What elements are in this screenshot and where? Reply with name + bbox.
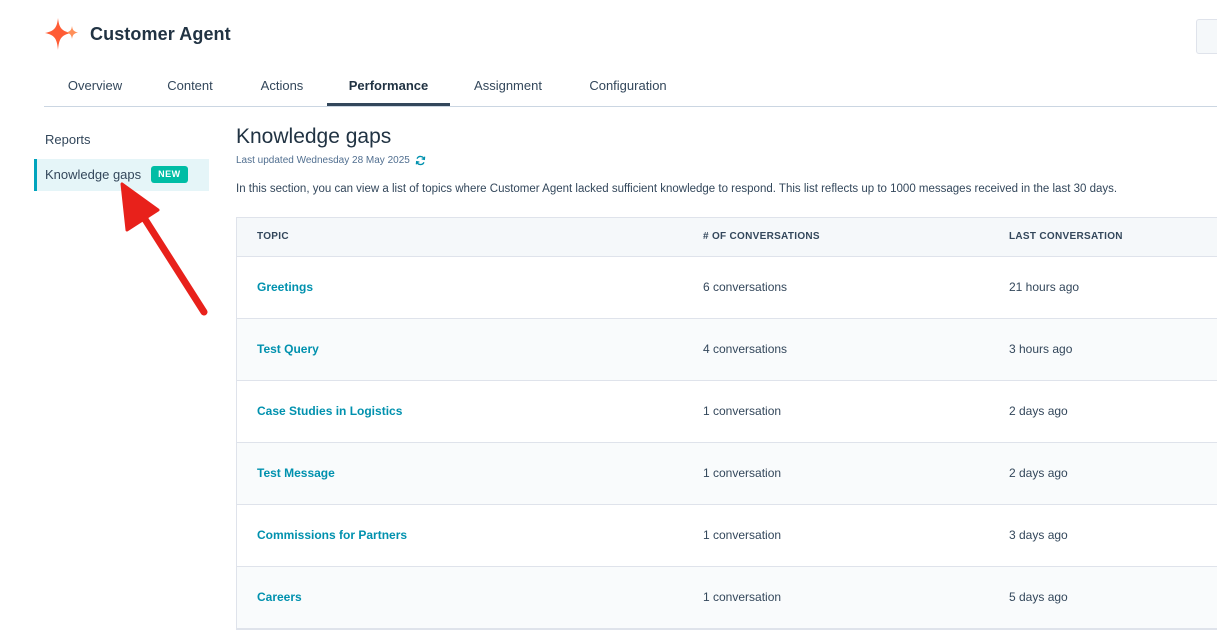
last-conversation-time: 3 hours ago xyxy=(1009,342,1073,356)
last-conversation-time: 2 days ago xyxy=(1009,466,1068,480)
table-row[interactable]: Careers 1 conversation 5 days ago xyxy=(237,567,1217,629)
topic-link[interactable]: Greetings xyxy=(257,257,313,318)
sidebar-item-reports[interactable]: Reports xyxy=(34,126,209,158)
app-header: Customer Agent xyxy=(44,16,231,52)
tab-actions[interactable]: Actions xyxy=(250,70,314,104)
last-updated-text: Last updated Wednesday 28 May 2025 xyxy=(236,155,410,166)
tab-overview[interactable]: Overview xyxy=(52,70,138,104)
last-conversation-time: 3 days ago xyxy=(1009,528,1068,542)
knowledge-gaps-table: TOPIC # OF CONVERSATIONS LAST CONVERSATI… xyxy=(236,217,1217,630)
tab-bar: Overview Content Actions Performance Ass… xyxy=(44,70,1217,107)
table-header: TOPIC # OF CONVERSATIONS LAST CONVERSATI… xyxy=(237,218,1217,257)
column-header-topic[interactable]: TOPIC xyxy=(257,218,289,256)
header-action-button[interactable] xyxy=(1196,19,1217,54)
table-row[interactable]: Commissions for Partners 1 conversation … xyxy=(237,505,1217,567)
tab-content[interactable]: Content xyxy=(156,70,224,104)
last-conversation-time: 21 hours ago xyxy=(1009,280,1080,294)
conversation-count: 4 conversations xyxy=(703,342,788,356)
red-arrow-annotation xyxy=(120,182,208,316)
tab-performance[interactable]: Performance xyxy=(327,70,450,106)
column-header-last-conversation[interactable]: LAST CONVERSATION xyxy=(1009,218,1123,256)
section-description: In this section, you can view a list of … xyxy=(236,183,1118,195)
topic-link[interactable]: Test Query xyxy=(257,319,319,380)
column-header-conversations[interactable]: # OF CONVERSATIONS xyxy=(703,218,820,256)
table-row[interactable]: Greetings 6 conversations 21 hours ago xyxy=(237,257,1217,319)
conversation-count: 1 conversation xyxy=(703,404,782,418)
table-row[interactable]: Test Query 4 conversations 3 hours ago xyxy=(237,319,1217,381)
refresh-icon[interactable] xyxy=(415,155,426,166)
topic-link[interactable]: Test Message xyxy=(257,443,335,504)
main-content: Knowledge gaps Last updated Wednesday 28… xyxy=(236,124,1217,195)
page-title: Knowledge gaps xyxy=(236,125,392,148)
last-conversation-time: 5 days ago xyxy=(1009,590,1068,604)
conversation-count: 1 conversation xyxy=(703,528,782,542)
sparkle-logo-icon xyxy=(45,18,78,50)
app-title: Customer Agent xyxy=(90,23,231,44)
sidebar-item-label: Reports xyxy=(45,132,91,147)
table-row[interactable]: Case Studies in Logistics 1 conversation… xyxy=(237,381,1217,443)
conversation-count: 1 conversation xyxy=(703,590,782,604)
topic-link[interactable]: Careers xyxy=(257,567,302,628)
conversation-count: 1 conversation xyxy=(703,466,782,480)
tab-configuration[interactable]: Configuration xyxy=(578,70,678,104)
table-row[interactable]: Test Message 1 conversation 2 days ago xyxy=(237,443,1217,505)
topic-link[interactable]: Case Studies in Logistics xyxy=(257,381,402,442)
conversation-count: 6 conversations xyxy=(703,280,788,294)
last-updated: Last updated Wednesday 28 May 2025 xyxy=(236,155,1217,166)
tab-assignment[interactable]: Assignment xyxy=(464,70,552,104)
last-conversation-time: 2 days ago xyxy=(1009,404,1068,418)
topic-link[interactable]: Commissions for Partners xyxy=(257,505,407,566)
